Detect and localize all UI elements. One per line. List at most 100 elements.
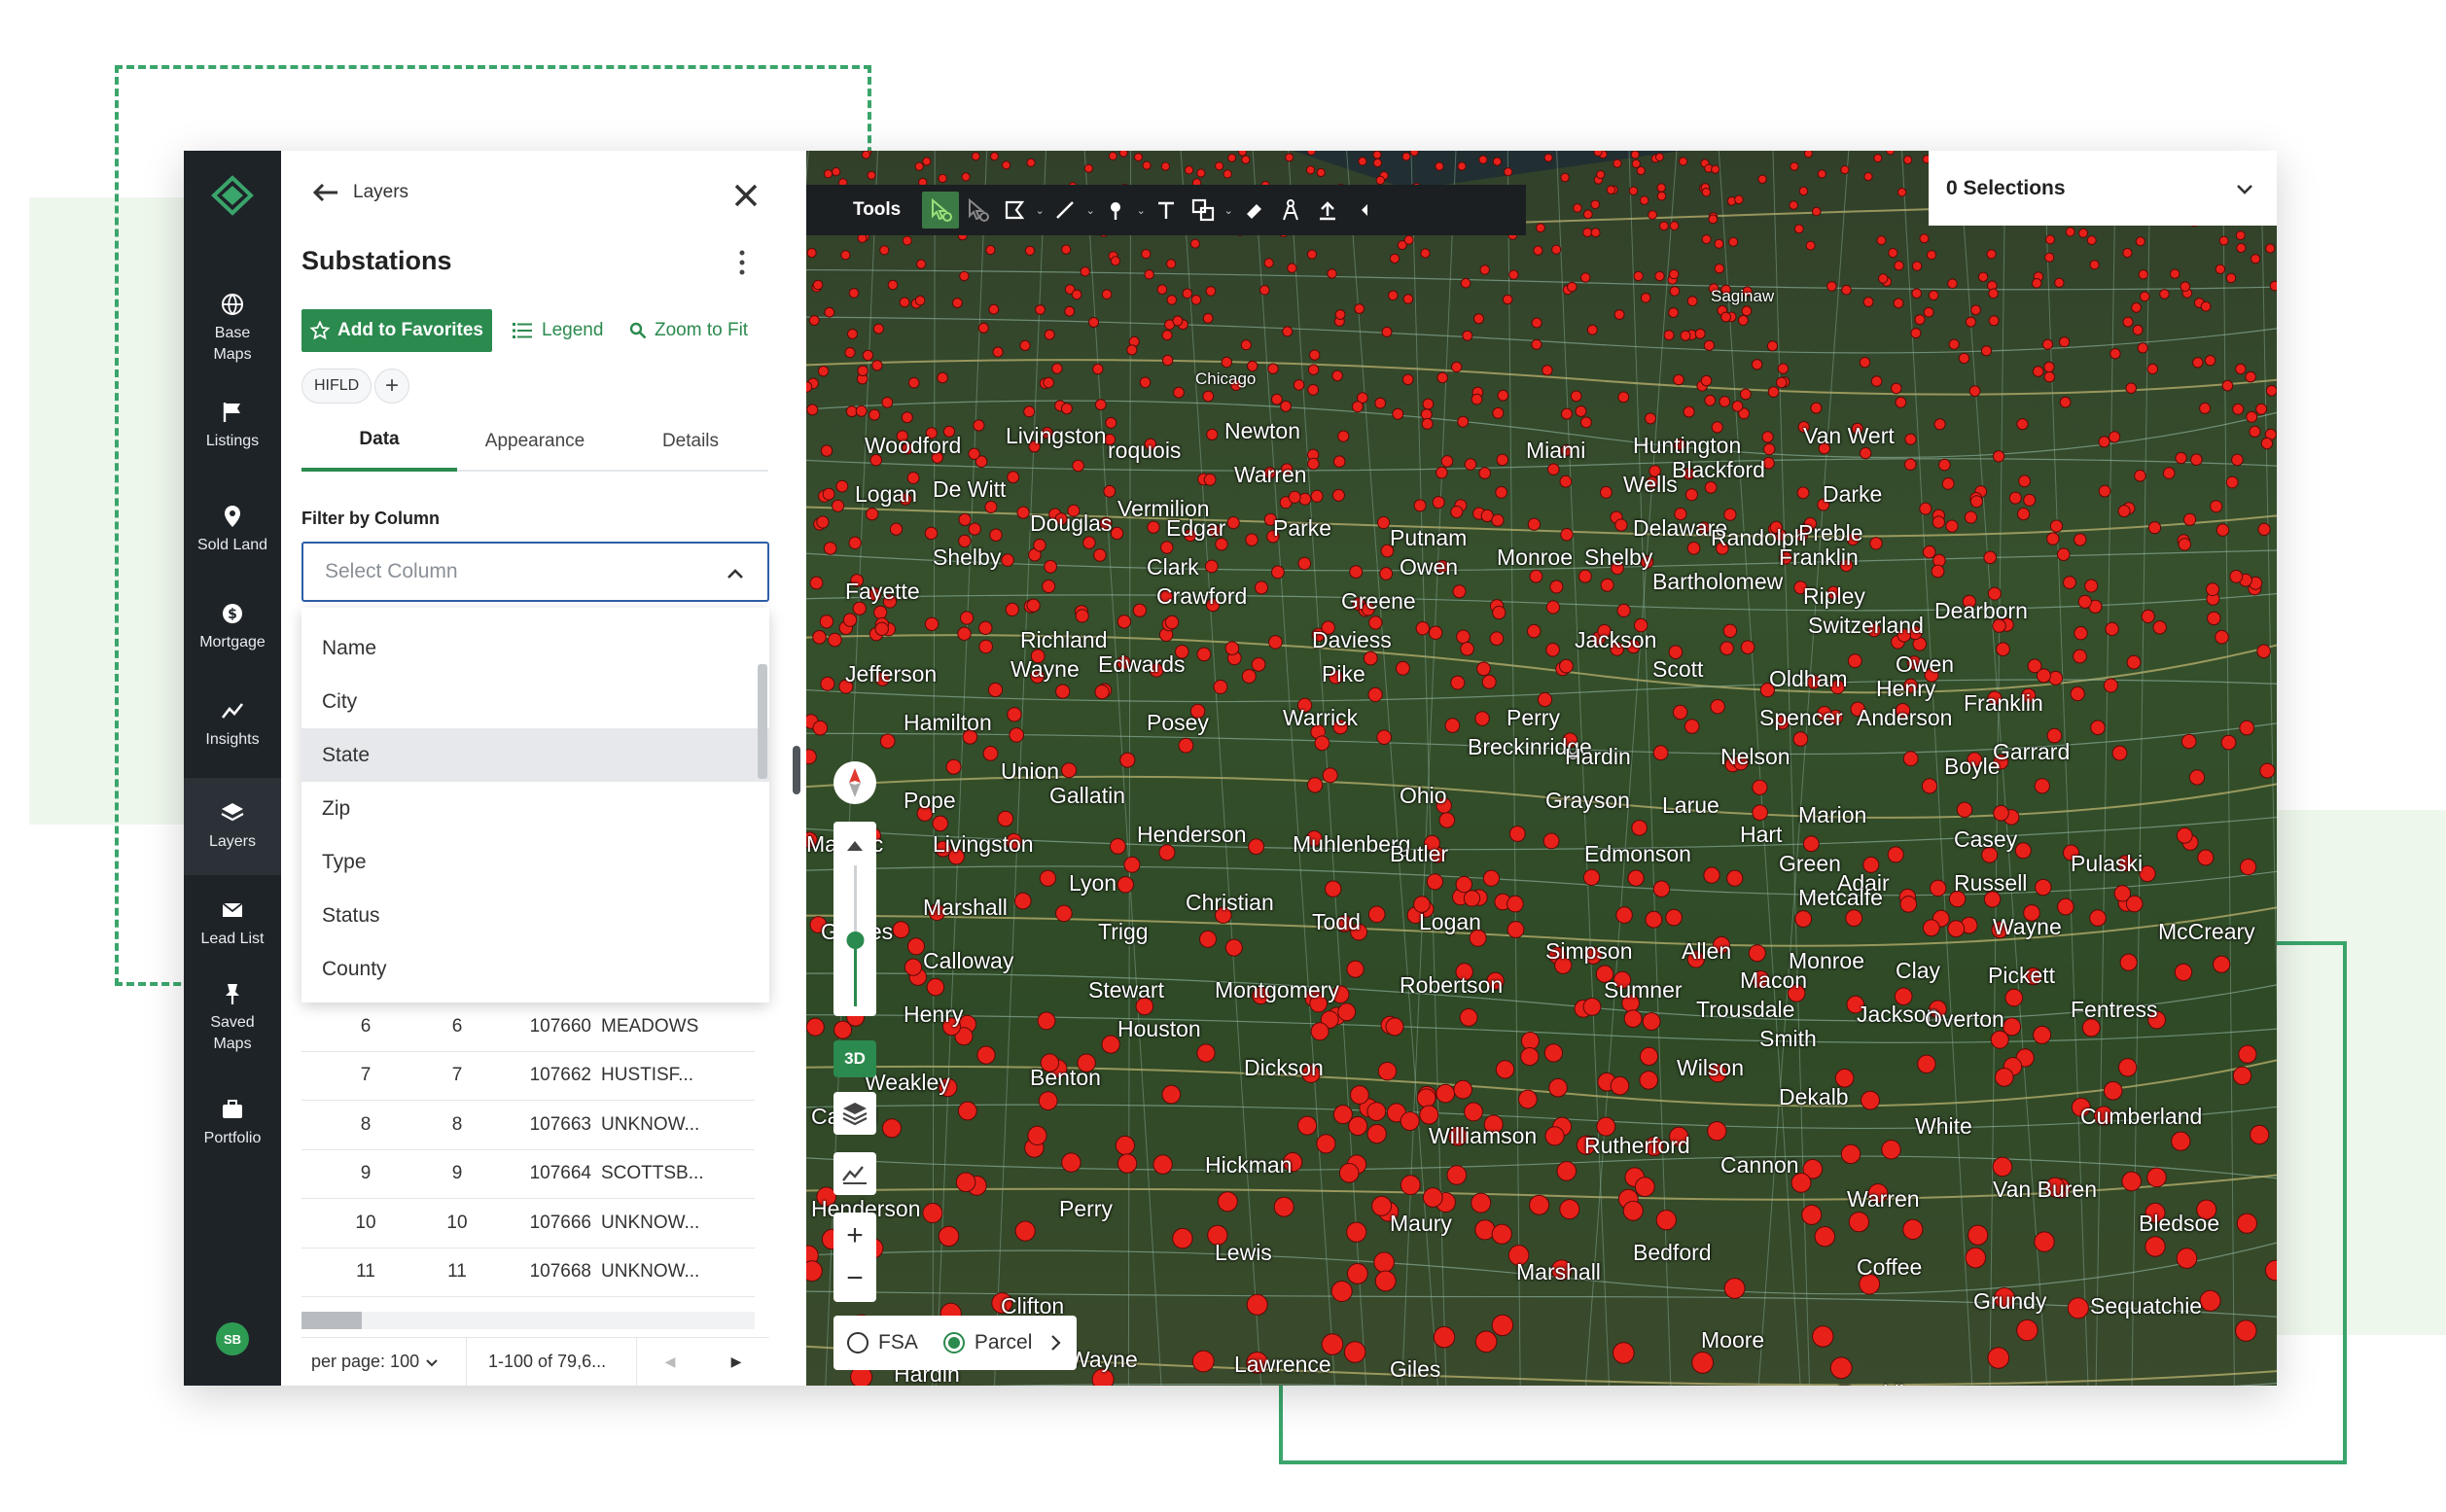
substation-marker[interactable] xyxy=(1039,869,1056,887)
substation-marker[interactable] xyxy=(1933,418,1946,431)
substation-marker[interactable] xyxy=(1245,533,1258,546)
substation-marker[interactable] xyxy=(1707,1121,1727,1142)
substation-marker[interactable] xyxy=(1700,374,1713,387)
substation-marker[interactable] xyxy=(1452,584,1467,599)
substation-marker[interactable] xyxy=(1491,1314,1514,1337)
substation-marker[interactable] xyxy=(1026,158,1036,167)
substation-marker[interactable] xyxy=(817,366,830,377)
substation-marker[interactable] xyxy=(1117,1153,1138,1174)
substation-marker[interactable] xyxy=(1061,762,1078,779)
substation-marker[interactable] xyxy=(938,173,947,184)
substation-marker[interactable] xyxy=(1305,165,1316,175)
substation-marker[interactable] xyxy=(1464,458,1477,471)
substation-marker[interactable] xyxy=(1921,778,1938,794)
toggle-3d-button[interactable]: 3D xyxy=(833,1040,876,1077)
substation-marker[interactable] xyxy=(1379,567,1394,580)
substation-marker[interactable] xyxy=(1202,390,1215,403)
substation-marker[interactable] xyxy=(1714,264,1724,274)
substation-marker[interactable] xyxy=(2125,895,2144,913)
substation-marker[interactable] xyxy=(2207,611,2221,626)
substation-marker[interactable] xyxy=(1679,157,1688,166)
substation-marker[interactable] xyxy=(1869,537,1883,550)
substation-marker[interactable] xyxy=(1416,1088,1436,1108)
substation-marker[interactable] xyxy=(2225,272,2237,284)
substation-marker[interactable] xyxy=(1775,376,1788,389)
substation-marker[interactable] xyxy=(1400,1111,1420,1131)
substation-marker[interactable] xyxy=(1861,1090,1880,1110)
substation-marker[interactable] xyxy=(1965,316,1976,328)
substation-marker[interactable] xyxy=(1110,526,1124,541)
substation-marker[interactable] xyxy=(960,611,975,625)
substation-marker[interactable] xyxy=(2033,1025,2052,1044)
substation-marker[interactable] xyxy=(1374,1270,1397,1292)
substation-marker[interactable] xyxy=(2132,324,2144,335)
substation-marker[interactable] xyxy=(1701,234,1712,245)
substation-marker[interactable] xyxy=(2257,522,2271,536)
substation-marker[interactable] xyxy=(1931,564,1945,579)
substation-marker[interactable] xyxy=(1061,1152,1081,1173)
substation-marker[interactable] xyxy=(1413,499,1427,512)
substation-marker[interactable] xyxy=(1669,268,1680,280)
substation-marker[interactable] xyxy=(2152,620,2167,635)
substation-marker[interactable] xyxy=(1381,326,1393,337)
substation-marker[interactable] xyxy=(2232,403,2245,415)
substation-marker[interactable] xyxy=(2008,491,2022,505)
substation-marker[interactable] xyxy=(867,170,876,180)
substation-marker[interactable] xyxy=(2259,762,2276,779)
table-row[interactable]: 8 8 107663 UNKNOW... xyxy=(301,1101,755,1150)
substation-marker[interactable] xyxy=(2065,227,2075,237)
substation-marker[interactable] xyxy=(1617,391,1630,404)
substation-marker[interactable] xyxy=(1482,869,1501,887)
substation-marker[interactable] xyxy=(1316,167,1326,178)
substation-marker[interactable] xyxy=(1481,674,1497,689)
substation-marker[interactable] xyxy=(1996,642,2010,657)
substation-marker[interactable] xyxy=(1593,151,1603,157)
substation-marker[interactable] xyxy=(1190,295,1202,305)
substation-marker[interactable] xyxy=(977,322,989,334)
substation-marker[interactable] xyxy=(1545,643,1560,657)
substation-marker[interactable] xyxy=(1306,249,1318,260)
substation-marker[interactable] xyxy=(1392,407,1404,420)
substation-marker[interactable] xyxy=(832,499,845,512)
caret-down-icon[interactable]: ⌄ xyxy=(1083,192,1097,229)
substation-marker[interactable] xyxy=(1796,486,1810,500)
substation-marker[interactable] xyxy=(1886,151,1896,156)
substation-marker[interactable] xyxy=(1919,502,1932,515)
layers-icon[interactable] xyxy=(833,1092,876,1135)
substation-marker[interactable] xyxy=(1639,1046,1659,1067)
substation-marker[interactable] xyxy=(2134,470,2146,482)
substation-marker[interactable] xyxy=(1173,386,1185,399)
substation-marker[interactable] xyxy=(1686,296,1698,307)
substation-marker[interactable] xyxy=(2122,248,2133,259)
fsa-radio[interactable] xyxy=(847,1332,869,1354)
substation-marker[interactable] xyxy=(1533,245,1543,256)
substation-marker[interactable] xyxy=(1435,161,1444,171)
substation-marker[interactable] xyxy=(1491,513,1505,527)
substation-marker[interactable] xyxy=(952,298,963,308)
substation-marker[interactable] xyxy=(1544,1126,1565,1146)
substation-marker[interactable] xyxy=(987,682,1004,698)
substation-marker[interactable] xyxy=(847,329,858,339)
substation-marker[interactable] xyxy=(1580,272,1591,283)
substation-marker[interactable] xyxy=(2178,538,2192,551)
substation-marker[interactable] xyxy=(1845,909,1863,928)
substation-marker[interactable] xyxy=(1590,228,1601,238)
substation-marker[interactable] xyxy=(2174,963,2193,982)
substation-marker[interactable] xyxy=(1691,1352,1714,1374)
substation-marker[interactable] xyxy=(1273,1196,1294,1217)
substation-marker[interactable] xyxy=(1280,400,1293,412)
select-column-dropdown[interactable]: Select Column xyxy=(301,542,769,602)
substation-marker[interactable] xyxy=(1669,221,1680,231)
substation-marker[interactable] xyxy=(2004,988,2024,1007)
draw-line-icon[interactable] xyxy=(1046,192,1083,229)
substation-marker[interactable] xyxy=(1970,304,1981,316)
substation-marker[interactable] xyxy=(1656,191,1667,201)
substation-marker[interactable] xyxy=(1848,1212,1870,1233)
substation-marker[interactable] xyxy=(869,408,881,421)
substation-marker[interactable] xyxy=(2265,384,2277,397)
substation-marker[interactable] xyxy=(1652,745,1669,761)
substation-marker[interactable] xyxy=(1630,151,1640,159)
substation-marker[interactable] xyxy=(2141,609,2155,623)
substation-marker[interactable] xyxy=(1316,1134,1336,1154)
substation-marker[interactable] xyxy=(916,259,927,269)
